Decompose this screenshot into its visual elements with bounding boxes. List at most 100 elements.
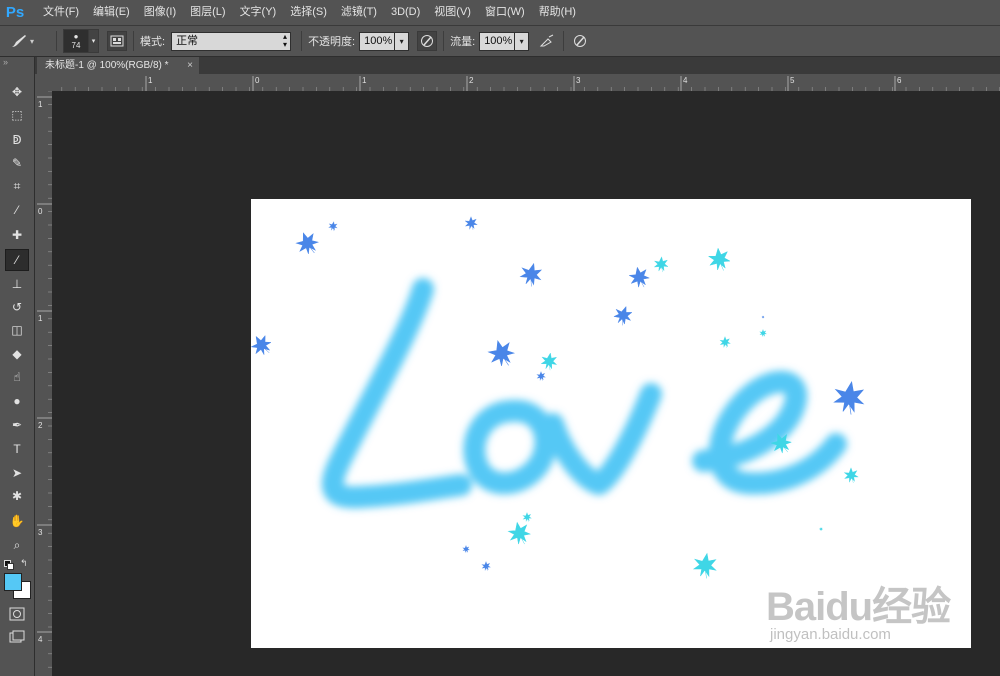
artwork (251, 216, 868, 581)
menu-help[interactable]: 帮助(H) (532, 0, 583, 25)
menu-filter[interactable]: 滤镜(T) (334, 0, 384, 25)
lasso-tool[interactable]: ↁ (5, 129, 29, 151)
ruler-label: 2 (38, 421, 43, 430)
airbrush-icon (539, 34, 554, 47)
toolbox: » ✥ ⬚ ↁ ✎ ⌗ ⁄ ✚ ⁄ ⊥ ↺ ◫ ◆ ☝ ● ✒ T ➤ ✱ ✋ ⌕ ↰ (0, 57, 35, 676)
size-pressure-button[interactable] (570, 31, 590, 51)
default-colors-icon[interactable] (4, 560, 14, 570)
document-tab-title: 未标题-1 @ 100%(RGB/8) * (45, 60, 169, 71)
zoom-icon: ⌕ (13, 538, 21, 552)
maple-leaf (759, 329, 767, 337)
ruler-label: 0 (255, 76, 260, 85)
ruler-label: 5 (790, 76, 795, 85)
tool-preset-picker[interactable]: ▾ (8, 33, 50, 49)
brush-tip-icon: ● (73, 32, 79, 41)
menu-3d[interactable]: 3D(D) (384, 0, 427, 25)
close-icon[interactable]: × (187, 57, 193, 74)
crop-tool[interactable]: ⌗ (5, 175, 29, 197)
smudge-tool[interactable]: ☝ (5, 366, 29, 388)
menu-edit[interactable]: 编辑(E) (86, 0, 137, 25)
brush-panel-icon (110, 35, 124, 47)
menu-file[interactable]: 文件(F) (36, 0, 86, 25)
maple-leaf (707, 247, 732, 273)
divider (443, 31, 445, 51)
mode-label: 模式: (140, 36, 166, 48)
document-tab-bar: 未标题-1 @ 100%(RGB/8) * × (35, 57, 1000, 74)
maple-leaf (462, 545, 470, 553)
quick-select-tool[interactable]: ✎ (5, 152, 29, 174)
collapse-icon[interactable]: » (0, 57, 34, 67)
airbrush-button[interactable] (537, 31, 557, 51)
pressure-size-icon (574, 35, 587, 47)
horizontal-ruler: 1 0 1 2 3 4 5 6 (35, 74, 1000, 91)
marquee-icon: ⬚ (11, 108, 23, 122)
pressure-icon (421, 35, 434, 47)
type-tool[interactable]: T (5, 438, 29, 460)
opacity-label: 不透明度: (308, 36, 356, 48)
history-brush-tool[interactable]: ↺ (5, 296, 29, 318)
pen-tool[interactable]: ✒ (5, 414, 29, 436)
marquee-tool[interactable]: ⬚ (5, 104, 29, 126)
flow-input[interactable]: 100% (479, 31, 516, 51)
brush-panel-toggle[interactable] (107, 31, 127, 51)
smudge-icon: ☝ (13, 370, 21, 384)
brush-size-value: 74 (71, 41, 81, 50)
divider (56, 31, 57, 51)
pen-icon: ✒ (11, 418, 23, 432)
flow-dropdown[interactable]: ▾ (515, 31, 530, 51)
mode-select[interactable]: 正常 ▴ ▾ (171, 31, 292, 51)
menu-select[interactable]: 选择(S) (283, 0, 334, 25)
menu-view[interactable]: 视图(V) (427, 0, 478, 25)
brush-icon (12, 35, 26, 47)
maple-leaf (251, 331, 276, 360)
maple-leaf (481, 561, 491, 571)
document-tab[interactable]: 未标题-1 @ 100%(RGB/8) * × (37, 57, 199, 74)
move-tool[interactable]: ✥ (5, 81, 29, 103)
quick-mask-button[interactable] (9, 607, 25, 621)
menu-bar: Ps 文件(F) 编辑(E) 图像(I) 图层(L) 文字(Y) 选择(S) 滤… (0, 0, 1000, 26)
paint-bucket-tool[interactable]: ◆ (5, 343, 29, 365)
path-select-tool[interactable]: ➤ (5, 462, 29, 484)
menu-image[interactable]: 图像(I) (137, 0, 183, 25)
eyedropper-tool[interactable]: ⁄ (5, 199, 29, 221)
dodge-icon: ● (13, 394, 21, 408)
clone-stamp-icon: ⊥ (11, 277, 23, 291)
screen-mode-button[interactable] (9, 630, 25, 644)
maple-leaf (536, 371, 546, 381)
ruler-label: 1 (38, 314, 43, 323)
shape-tool[interactable]: ✱ (5, 485, 29, 507)
leaf-decorations (251, 216, 868, 581)
maple-leaf (844, 467, 859, 483)
divider (563, 31, 565, 51)
brush-tool[interactable]: ⁄ (5, 249, 29, 271)
lasso-icon: ↁ (12, 133, 22, 147)
brush-size-picker[interactable]: ● 74 (63, 29, 89, 53)
ruler-corner (35, 74, 52, 91)
ruler-label: 3 (38, 528, 43, 537)
healing-brush-tool[interactable]: ✚ (5, 224, 29, 246)
quick-select-icon: ✎ (11, 156, 23, 170)
dodge-tool[interactable]: ● (5, 390, 29, 412)
maple-leaf (819, 527, 823, 531)
opacity-input[interactable]: 100% (359, 31, 396, 51)
foreground-color-swatch[interactable] (4, 573, 22, 591)
eraser-tool[interactable]: ◫ (5, 319, 29, 341)
menu-window[interactable]: 窗口(W) (478, 0, 532, 25)
document-canvas[interactable] (251, 199, 971, 648)
maple-leaf (327, 220, 339, 232)
brush-size-dropdown[interactable]: ▾ (89, 29, 99, 53)
swap-colors-icon[interactable]: ↰ (20, 558, 28, 569)
menu-layer[interactable]: 图层(L) (183, 0, 232, 25)
move-icon: ✥ (11, 85, 23, 99)
opacity-dropdown[interactable]: ▾ (395, 31, 410, 51)
brush-icon: ⁄ (15, 253, 18, 267)
updown-icon: ▴ ▾ (283, 31, 288, 49)
clone-stamp-tool[interactable]: ⊥ (5, 273, 29, 295)
menu-type[interactable]: 文字(Y) (233, 0, 284, 25)
zoom-tool[interactable]: ⌕ (5, 534, 29, 556)
hand-tool[interactable]: ✋ (5, 510, 29, 532)
ruler-label: 4 (38, 635, 43, 644)
opacity-pressure-button[interactable] (417, 31, 438, 51)
flow-label: 流量: (450, 36, 476, 48)
love-script-artwork (321, 278, 847, 509)
